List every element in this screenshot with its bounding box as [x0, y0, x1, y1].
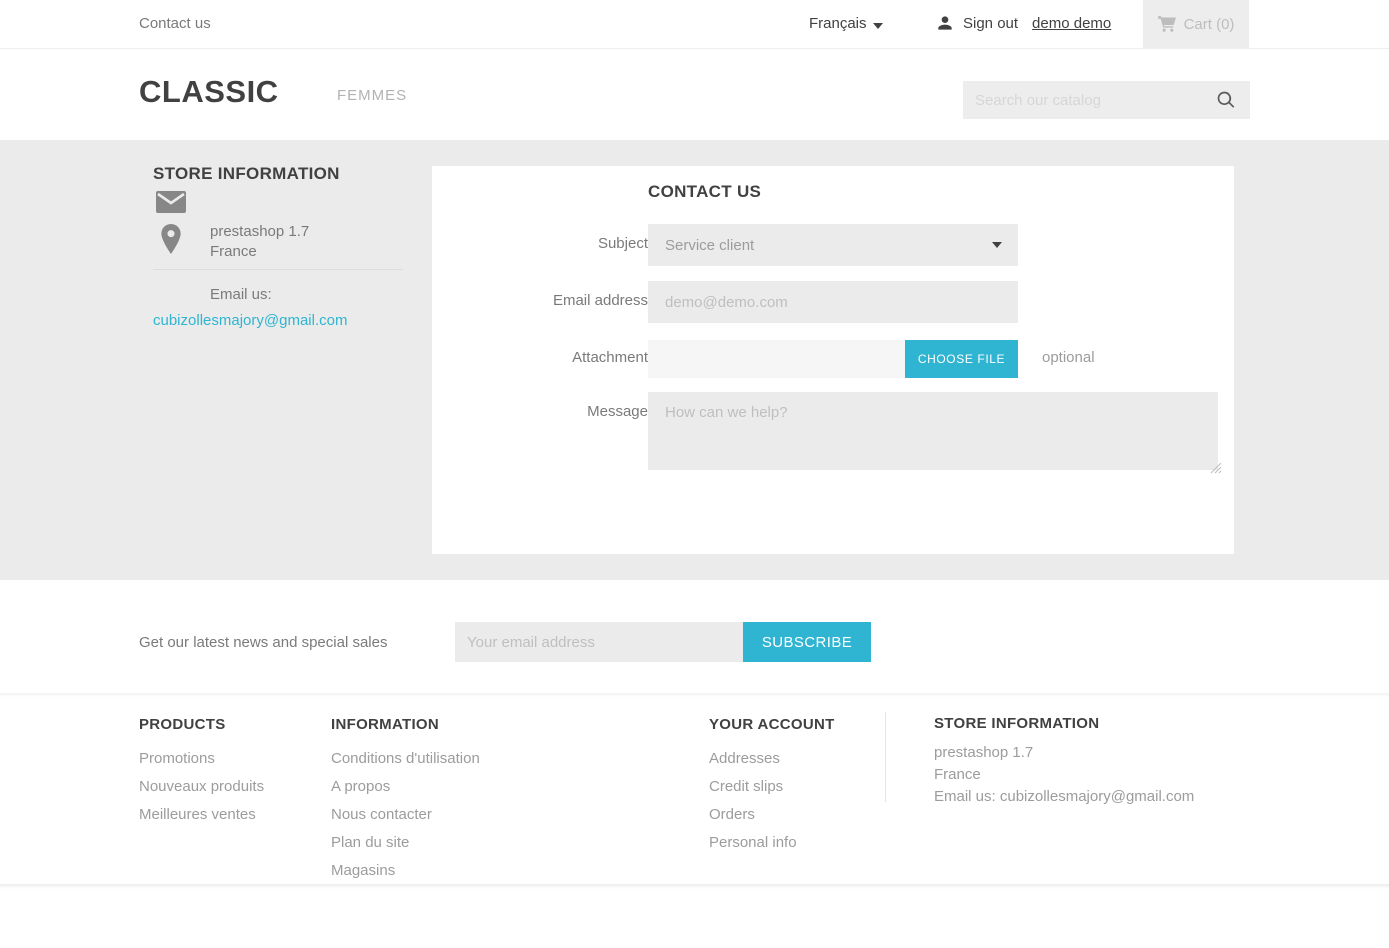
- footer-store-line-1: prestashop 1.7: [934, 743, 1194, 763]
- footer-account-title: YOUR ACCOUNT: [709, 716, 835, 733]
- store-address-line-1: prestashop 1.7: [210, 222, 309, 242]
- chevron-down-icon: [873, 23, 883, 29]
- newsletter-section: Get our latest news and special sales SU…: [0, 580, 1389, 693]
- attachment-optional-note: optional: [1042, 349, 1095, 366]
- email-address-label: Email address: [408, 292, 648, 309]
- store-address: prestashop 1.7 France: [210, 222, 309, 262]
- footer-link-nouveaux-produits[interactable]: Nouveaux produits: [139, 778, 264, 795]
- site-header: CLASSIC FEMMES: [0, 49, 1389, 140]
- search-input[interactable]: [963, 81, 1216, 119]
- search-box[interactable]: [963, 81, 1250, 119]
- nav-item-femmes[interactable]: FEMMES: [337, 87, 407, 104]
- footer-column-your-account: YOUR ACCOUNT Addresses Credit slips Orde…: [709, 716, 835, 862]
- envelope-icon: [156, 191, 186, 213]
- map-pin-icon: [158, 224, 184, 254]
- cart-label: Cart (0): [1184, 16, 1235, 33]
- user-icon: [935, 13, 955, 33]
- subject-label: Subject: [408, 235, 648, 252]
- sign-out-link[interactable]: Sign out: [963, 15, 1018, 32]
- attachment-label: Attachment: [408, 349, 648, 366]
- footer-link-magasins[interactable]: Magasins: [331, 862, 480, 879]
- footer-link-addresses[interactable]: Addresses: [709, 750, 835, 767]
- email-address-input[interactable]: [648, 281, 1018, 323]
- footer-column-information: INFORMATION Conditions d'utilisation A p…: [331, 716, 480, 890]
- message-textarea[interactable]: [648, 392, 1218, 470]
- choose-file-button[interactable]: CHOOSE FILE: [905, 340, 1018, 378]
- site-logo[interactable]: CLASSIC: [139, 74, 279, 110]
- footer-link-conditions-utilisation[interactable]: Conditions d'utilisation: [331, 750, 480, 767]
- page-root: Contact us Français Sign out demo demo C…: [0, 0, 1389, 948]
- footer-link-meilleures-ventes[interactable]: Meilleures ventes: [139, 806, 264, 823]
- footer-column-products: PRODUCTS Promotions Nouveaux produits Me…: [139, 716, 264, 834]
- file-upload-control[interactable]: CHOOSE FILE: [648, 340, 1018, 378]
- form-row-subject: Subject Service client: [432, 224, 1234, 266]
- footer-store-line-3: Email us: cubizollesmajory@gmail.com: [934, 787, 1194, 807]
- form-row-email: Email address: [432, 281, 1234, 323]
- footer-column-divider: [885, 712, 886, 802]
- footer-bottom-shadow: [0, 884, 1389, 889]
- store-address-line-2: France: [210, 242, 309, 262]
- language-label: Français: [809, 15, 867, 32]
- form-row-attachment: Attachment CHOOSE FILE optional: [432, 340, 1234, 378]
- footer-products-title: PRODUCTS: [139, 716, 264, 733]
- footer-link-promotions[interactable]: Promotions: [139, 750, 264, 767]
- form-row-message: Message: [432, 392, 1234, 470]
- main-content-area: STORE INFORMATION prestashop 1.7 France …: [0, 140, 1389, 580]
- footer-store-line-2: France: [934, 765, 1194, 785]
- cart-button[interactable]: Cart (0): [1143, 0, 1249, 48]
- footer-link-plan-du-site[interactable]: Plan du site: [331, 834, 480, 851]
- subscribe-button[interactable]: SUBSCRIBE: [743, 622, 871, 662]
- contact-form-card: CONTACT US Subject Service client Email …: [432, 166, 1234, 554]
- message-label: Message: [408, 403, 648, 420]
- footer-link-nous-contacter[interactable]: Nous contacter: [331, 806, 480, 823]
- footer-column-store-information: STORE INFORMATION prestashop 1.7 France …: [934, 715, 1194, 809]
- contact-us-link[interactable]: Contact us: [139, 15, 211, 32]
- search-icon[interactable]: [1216, 90, 1236, 110]
- contact-form-title: CONTACT US: [648, 182, 761, 202]
- store-email-link[interactable]: cubizollesmajory@gmail.com: [153, 312, 347, 329]
- user-account-block: Sign out demo demo: [935, 13, 1111, 33]
- store-info-divider: [153, 269, 403, 270]
- subject-select[interactable]: Service client: [648, 224, 1018, 266]
- shopping-cart-icon: [1158, 16, 1177, 33]
- user-name-link[interactable]: demo demo: [1032, 15, 1111, 32]
- store-information-title: STORE INFORMATION: [153, 164, 403, 184]
- store-address-row: prestashop 1.7 France: [153, 222, 403, 266]
- top-navigation-bar: Contact us Français Sign out demo demo C…: [0, 0, 1389, 49]
- language-selector[interactable]: Français: [809, 15, 883, 32]
- newsletter-email-input[interactable]: [455, 622, 743, 662]
- footer-store-title: STORE INFORMATION: [934, 715, 1194, 732]
- footer-link-personal-info[interactable]: Personal info: [709, 834, 835, 851]
- footer-link-a-propos[interactable]: A propos: [331, 778, 480, 795]
- footer-link-orders[interactable]: Orders: [709, 806, 835, 823]
- site-footer: PRODUCTS Promotions Nouveaux produits Me…: [0, 697, 1389, 884]
- chevron-down-icon: [992, 242, 1002, 248]
- email-us-label: Email us:: [210, 286, 272, 303]
- file-name-display: [648, 340, 905, 378]
- footer-information-title: INFORMATION: [331, 716, 480, 733]
- subject-selected-value: Service client: [648, 237, 754, 254]
- store-information-sidebar: STORE INFORMATION prestashop 1.7 France …: [153, 164, 403, 266]
- footer-link-credit-slips[interactable]: Credit slips: [709, 778, 835, 795]
- newsletter-text: Get our latest news and special sales: [139, 634, 387, 651]
